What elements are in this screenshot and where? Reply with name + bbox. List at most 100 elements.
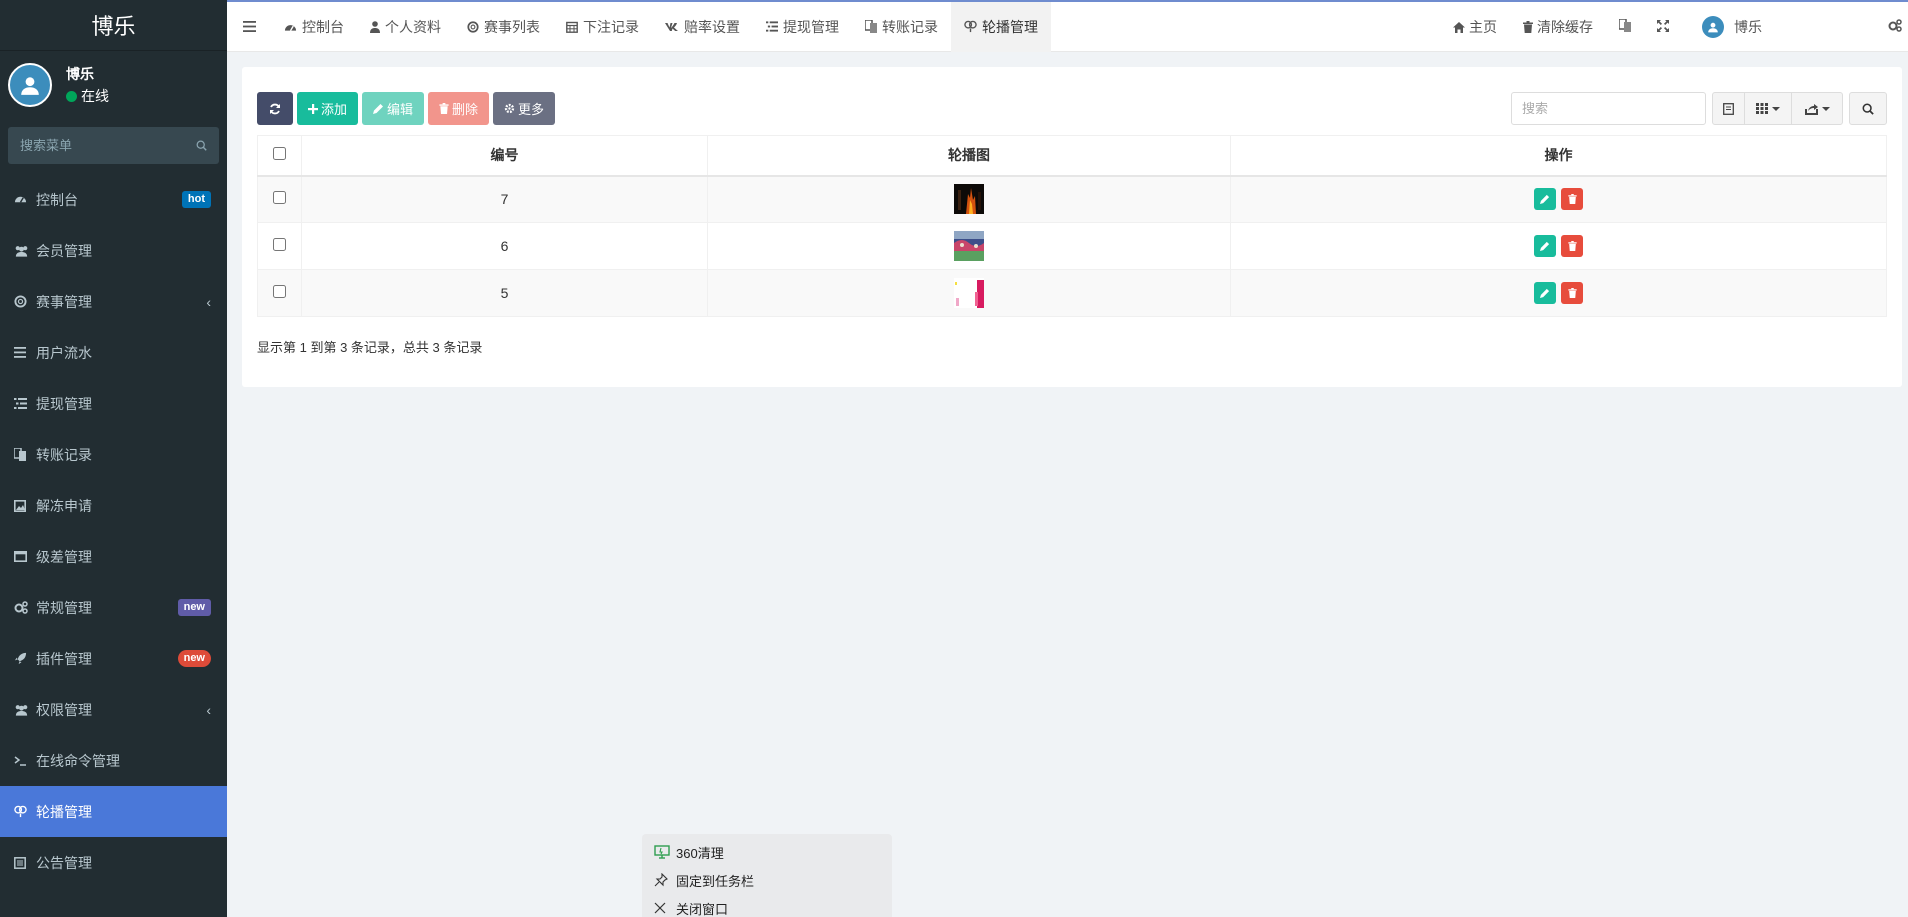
select-all-checkbox[interactable] (273, 147, 286, 161)
edit-button[interactable]: 编辑 (362, 92, 425, 125)
fullscreen-button[interactable] (1644, 2, 1682, 52)
transfer-icon (14, 448, 36, 461)
carousel-thumbnail[interactable] (954, 184, 984, 215)
tab-dashboard[interactable]: 控制台 (271, 2, 357, 52)
cogs-icon (1888, 19, 1902, 35)
carousel-thumbnail[interactable] (954, 231, 984, 261)
more-button[interactable]: 更多 (493, 92, 556, 125)
export-icon (1804, 103, 1818, 115)
table-row: 7 (257, 175, 1887, 223)
sidebar-item-online-command[interactable]: 在线命令管理 (0, 735, 227, 786)
pin-icon (654, 873, 674, 887)
table-header-row: 编号 轮播图 操作 (257, 135, 1887, 177)
menu-item-360-clean[interactable]: 360清理 (642, 838, 892, 866)
view-options (1712, 92, 1843, 125)
list-icon (14, 347, 36, 358)
hot-badge: hot (181, 191, 211, 208)
row-delete-button[interactable] (1561, 188, 1584, 211)
dashboard-icon (284, 21, 297, 32)
sidebar-item-general[interactable]: 常规管理 new (0, 582, 227, 633)
row-delete-button[interactable] (1561, 282, 1584, 304)
sidebar-item-unfreeze[interactable]: 解冻申请 (0, 480, 227, 531)
refresh-icon (270, 103, 280, 114)
search-icon (1862, 103, 1874, 115)
search-icon[interactable] (196, 139, 207, 152)
export-button[interactable] (1791, 92, 1843, 125)
menu-search-input[interactable] (20, 138, 196, 153)
tab-carousel[interactable]: 轮播管理 (951, 1, 1051, 52)
sidebar-item-events[interactable]: 赛事管理 ‹ (0, 276, 227, 327)
slides-icon (964, 20, 977, 33)
menu-item-close-window[interactable]: 关闭窗口 (642, 894, 892, 917)
row-checkbox[interactable] (273, 238, 286, 251)
trash-icon (1568, 194, 1577, 205)
row-edit-button[interactable] (1533, 235, 1556, 257)
home-icon (1453, 21, 1465, 33)
cell-image (707, 269, 1231, 317)
tab-profile[interactable]: 个人资料 (357, 2, 454, 52)
pagination-info: 显示第 1 到第 3 条记录，总共 3 条记录 (257, 340, 483, 355)
row-edit-button[interactable] (1533, 282, 1556, 304)
pencil-icon (373, 103, 384, 114)
carousel-table: 编号 轮播图 操作 7 6 5 (257, 135, 1887, 317)
cell-id: 5 (301, 269, 708, 317)
clear-cache-button[interactable]: 清除缓存 (1510, 2, 1606, 52)
cogs-icon (14, 601, 36, 614)
column-header-actions: 操作 (1230, 135, 1887, 177)
menu-item-pin-taskbar[interactable]: 固定到任务栏 (642, 866, 892, 894)
advanced-search-button[interactable] (1849, 92, 1887, 125)
tab-transfers[interactable]: 转账记录 (852, 2, 951, 52)
row-select-cell (257, 222, 302, 270)
sidebar-item-plugins[interactable]: 插件管理 new (0, 633, 227, 684)
add-button[interactable]: 添加 (297, 92, 359, 125)
row-checkbox[interactable] (273, 191, 286, 205)
sidebar-item-withdrawals[interactable]: 提现管理 (0, 378, 227, 429)
sidebar-item-announcements[interactable]: 公告管理 (0, 837, 227, 888)
picture-icon (14, 499, 36, 512)
row-edit-button[interactable] (1533, 188, 1556, 211)
sidebar-item-user-flow[interactable]: 用户流水 (0, 327, 227, 378)
sidebar-item-transfers[interactable]: 转账记录 (0, 429, 227, 480)
carousel-thumbnail[interactable] (954, 278, 984, 308)
table-toolbar: 添加 编辑 删除 更多 (257, 92, 556, 125)
hamburger-icon (242, 21, 256, 32)
sidebar-item-carousel[interactable]: 轮播管理 (0, 786, 227, 837)
tab-event-list[interactable]: 赛事列表 (454, 2, 553, 52)
cell-image (707, 175, 1231, 223)
table-search-input[interactable] (1511, 92, 1706, 125)
caret-down-icon (1821, 106, 1830, 111)
user-menu[interactable]: 博乐 (1682, 2, 1882, 52)
home-link[interactable]: 主页 (1440, 2, 1510, 52)
toggle-view-button[interactable] (1712, 92, 1745, 125)
transfer-icon (865, 20, 877, 33)
translate-button[interactable] (1606, 2, 1644, 52)
control-sidebar-button[interactable] (1882, 2, 1908, 52)
top-navbar: 控制台 个人资料 赛事列表 下注记录 赔率设置 提现管理 转账记录 轮播管理 主… (227, 0, 1908, 52)
sidebar-toggle-button[interactable] (227, 2, 271, 52)
new-badge: new (177, 599, 211, 616)
group-icon (14, 704, 36, 716)
notice-icon (14, 856, 36, 869)
select-all-cell (257, 135, 302, 177)
tab-withdrawals[interactable]: 提现管理 (753, 2, 852, 52)
online-dot-icon (66, 91, 77, 102)
cell-actions (1230, 222, 1887, 270)
tab-bet-records[interactable]: 下注记录 (553, 2, 652, 52)
delete-button[interactable]: 删除 (428, 92, 490, 125)
columns-button[interactable] (1744, 92, 1792, 125)
table-row: 6 (257, 222, 1887, 270)
sidebar-item-members[interactable]: 会员管理 (0, 225, 227, 276)
sidebar-item-levels[interactable]: 级差管理 (0, 531, 227, 582)
refresh-button[interactable] (257, 92, 293, 125)
new-badge: new (177, 650, 211, 667)
chevron-left-icon: ‹ (206, 701, 211, 718)
sidebar-item-permissions[interactable]: 权限管理 ‹ (0, 684, 227, 735)
tab-odds-settings[interactable]: 赔率设置 (652, 2, 753, 52)
app-logo[interactable]: 博乐 (0, 0, 227, 51)
list-alt-icon (766, 21, 778, 32)
row-checkbox[interactable] (273, 285, 286, 298)
row-delete-button[interactable] (1561, 235, 1584, 257)
cell-actions (1230, 175, 1887, 223)
sidebar-item-dashboard[interactable]: 控制台 hot (0, 174, 227, 225)
column-header-id[interactable]: 编号 (301, 135, 708, 177)
